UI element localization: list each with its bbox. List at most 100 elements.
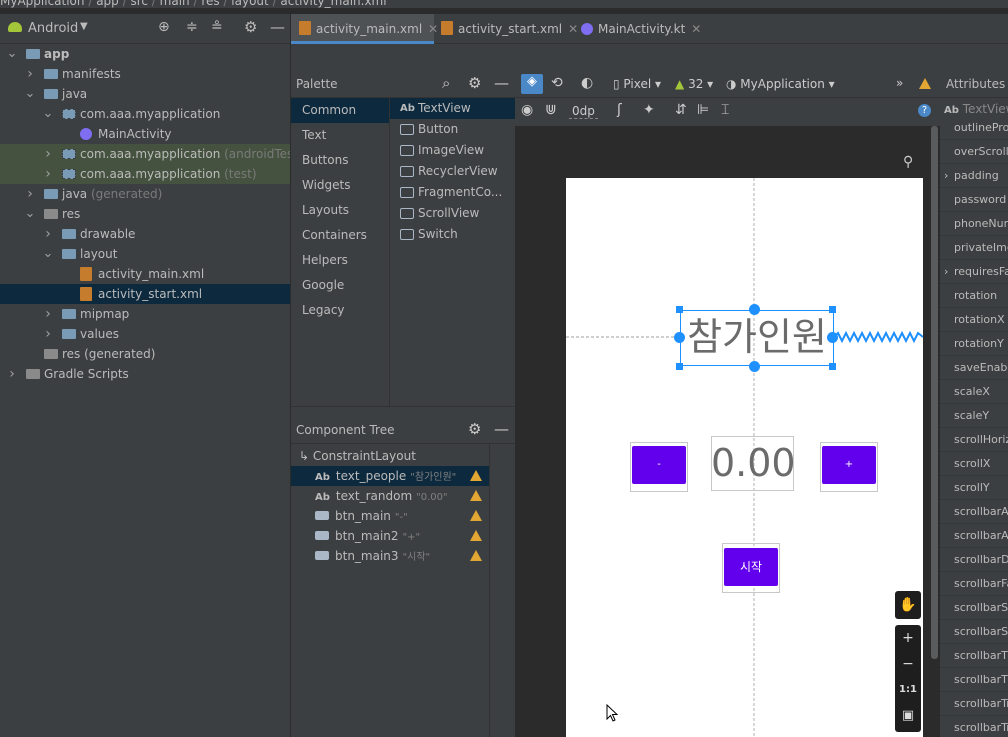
chevron-right-icon[interactable]: ›: [42, 304, 54, 324]
warning-icon[interactable]: [470, 490, 482, 501]
close-icon[interactable]: ✕: [691, 22, 701, 36]
attribute-row[interactable]: scrollbarTh: [940, 668, 1008, 692]
resize-handle[interactable]: [829, 363, 836, 370]
chevron-right-icon[interactable]: ›: [42, 144, 54, 164]
attribute-row[interactable]: overScrollM: [940, 140, 1008, 164]
night-mode-icon[interactable]: ◐: [581, 75, 593, 91]
pack-icon[interactable]: ⇵: [675, 102, 687, 118]
close-icon[interactable]: ✕: [568, 22, 578, 36]
component-tree-item[interactable]: btn_main3 "시작": [291, 546, 489, 566]
component-tree-item[interactable]: Ab text_people "참가인원": [291, 466, 489, 486]
gear-icon[interactable]: ⚙: [244, 18, 257, 36]
device-selector[interactable]: ▯ Pixel ▾: [613, 77, 661, 91]
chevron-down-icon[interactable]: ⌄: [42, 104, 54, 124]
api-selector[interactable]: ▲ 32 ▾: [675, 77, 713, 91]
project-tree-item[interactable]: activity_start.xml: [0, 284, 290, 304]
resize-handle[interactable]: [829, 306, 836, 313]
palette-item[interactable]: Switch: [390, 224, 516, 245]
zoom-in-button[interactable]: +: [895, 625, 921, 651]
project-tree-item[interactable]: › java (generated): [0, 184, 290, 204]
orientation-icon[interactable]: ⟲: [551, 75, 563, 91]
chevron-down-icon[interactable]: ⌄: [24, 84, 36, 104]
minus-button[interactable]: -: [632, 446, 686, 484]
hide-panel-icon[interactable]: —: [270, 18, 285, 36]
attribute-row[interactable]: scrollbarFa: [940, 572, 1008, 596]
attribute-row[interactable]: › padding: [940, 164, 1008, 188]
warning-icon[interactable]: [470, 530, 482, 541]
zoom-actual-button[interactable]: 1:1: [895, 677, 921, 703]
palette-item[interactable]: ScrollView: [390, 203, 516, 224]
attribute-row[interactable]: phoneNum: [940, 212, 1008, 236]
hide-panel-icon[interactable]: —: [494, 74, 509, 92]
align-icon[interactable]: ⊫: [697, 102, 709, 118]
help-icon[interactable]: ?: [918, 104, 931, 117]
constraint-anchor-right[interactable]: [827, 332, 838, 343]
attribute-row[interactable]: scrollbarD: [940, 548, 1008, 572]
palette-category[interactable]: Layouts: [291, 198, 389, 223]
project-tree-item[interactable]: ⌄ layout: [0, 244, 290, 264]
locate-icon[interactable]: ⊕: [158, 19, 170, 35]
chevron-right-icon[interactable]: ›: [944, 260, 948, 283]
attribute-row[interactable]: scrollbarSt: [940, 620, 1008, 644]
gear-icon[interactable]: ⚙: [468, 74, 481, 92]
constraint-anchor-bottom[interactable]: [749, 361, 760, 372]
project-tree-item[interactable]: › drawable: [0, 224, 290, 244]
project-tree-item[interactable]: › manifests: [0, 64, 290, 84]
palette-category[interactable]: Google: [291, 273, 389, 298]
pan-tool[interactable]: ✋: [895, 591, 921, 619]
palette-item[interactable]: RecyclerView: [390, 161, 516, 182]
search-icon[interactable]: ⌕: [442, 74, 450, 92]
palette-category[interactable]: Containers: [291, 223, 389, 248]
palette-category[interactable]: Common: [291, 98, 389, 123]
warning-icon[interactable]: [470, 550, 482, 561]
title-textview[interactable]: 참가인원: [680, 310, 834, 366]
expand-all-icon[interactable]: ≑: [186, 19, 198, 35]
project-tree-item[interactable]: › values: [0, 324, 290, 344]
palette-item[interactable]: Ab TextView: [390, 98, 516, 119]
warning-icon[interactable]: [470, 470, 482, 481]
component-tree-item[interactable]: Ab text_random "0.00": [291, 486, 489, 506]
default-margin-field[interactable]: 0dp: [569, 104, 598, 119]
palette-item[interactable]: FragmentCo...: [390, 182, 516, 203]
attribute-row[interactable]: scaleY: [940, 404, 1008, 428]
close-icon[interactable]: ✕: [428, 22, 438, 36]
infer-constraints-icon[interactable]: ✦: [643, 102, 655, 118]
constraint-anchor-top[interactable]: [749, 304, 760, 315]
tab-activity-start[interactable]: activity_start.xml ✕: [441, 14, 581, 44]
tab-main-activity[interactable]: MainActivity.kt ✕: [581, 14, 711, 44]
palette-category[interactable]: Text: [291, 123, 389, 148]
collapse-all-icon[interactable]: ≗: [211, 19, 223, 35]
palette-item[interactable]: ImageView: [390, 140, 516, 161]
palette-category[interactable]: Widgets: [291, 173, 389, 198]
palette-category[interactable]: Helpers: [291, 248, 389, 273]
project-tree-item[interactable]: activity_main.xml: [0, 264, 290, 284]
warning-icon[interactable]: [470, 510, 482, 521]
project-tree-item[interactable]: › com.aaa.myapplication (test): [0, 164, 290, 184]
project-tree-item[interactable]: › com.aaa.myapplication (androidTest): [0, 144, 303, 164]
chevron-right-icon[interactable]: ›: [6, 364, 18, 384]
chevron-right-icon[interactable]: ›: [24, 184, 36, 204]
constraint-anchor-left[interactable]: [674, 332, 685, 343]
phone-preview[interactable]: 참가인원 - 0.00 + 시작: [566, 178, 923, 737]
attribute-row[interactable]: scrollbarAl: [940, 524, 1008, 548]
number-text[interactable]: 0.00: [711, 440, 796, 486]
zoom-fit-icon[interactable]: ▣: [895, 703, 921, 729]
attribute-row[interactable]: scrollbarSi: [940, 596, 1008, 620]
attribute-row[interactable]: outlineProv: [940, 116, 1008, 140]
breadcrumb-item[interactable]: layout: [231, 0, 268, 8]
theme-selector[interactable]: ◑ MyApplication ▾: [726, 77, 835, 91]
chevron-down-icon[interactable]: ⌄: [24, 204, 36, 224]
chevron-down-icon[interactable]: ⌄: [42, 244, 54, 264]
clear-constraints-icon[interactable]: ʃ: [617, 102, 622, 118]
warning-icon[interactable]: [919, 78, 931, 89]
attribute-row[interactable]: saveEnable: [940, 356, 1008, 380]
component-root[interactable]: ↳ ConstraintLayout: [291, 446, 489, 466]
project-view-selector[interactable]: Android: [28, 21, 78, 36]
hide-panel-icon[interactable]: —: [494, 420, 509, 438]
attribute-row[interactable]: › requiresFa: [940, 260, 1008, 284]
attribute-row[interactable]: scrollbarTr: [940, 692, 1008, 716]
breadcrumb-item[interactable]: src: [130, 0, 148, 8]
zoom-out-button[interactable]: −: [895, 651, 921, 677]
project-tree-item[interactable]: ⌄ java: [0, 84, 290, 104]
attribute-row[interactable]: scrollHoriz: [940, 428, 1008, 452]
